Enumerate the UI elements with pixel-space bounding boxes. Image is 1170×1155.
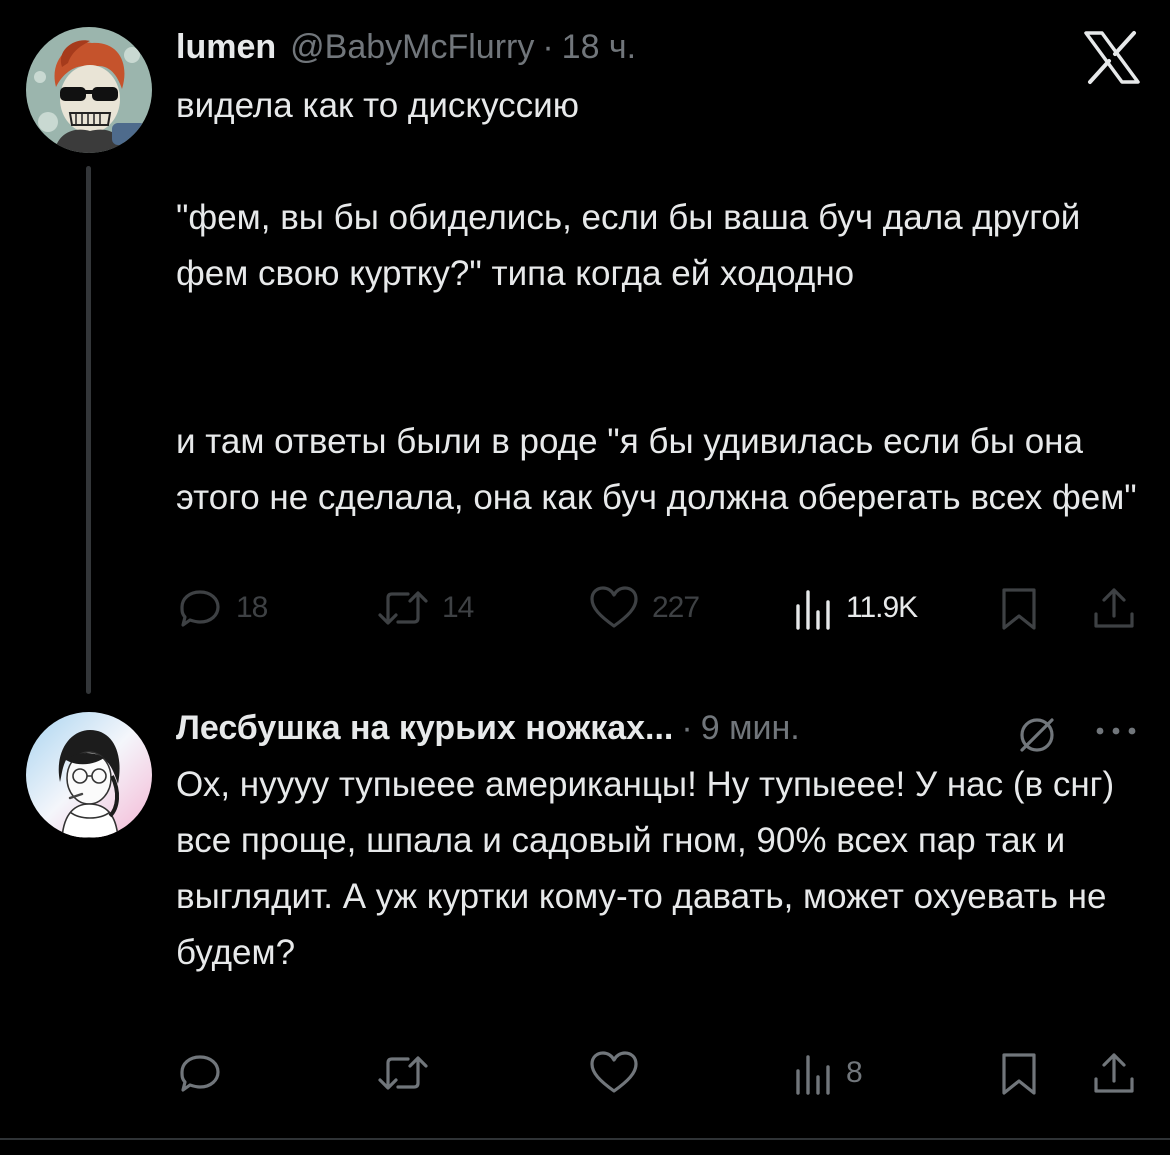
share-icon — [1094, 1053, 1134, 1093]
tweet-reply[interactable]: Лесбушка на курьих ножках... · 9 мин. Ох… — [0, 690, 1170, 1138]
share-icon — [1094, 588, 1134, 628]
avatar-image — [26, 27, 152, 153]
views-button[interactable]: 8 — [790, 1043, 863, 1103]
timestamp[interactable]: 9 мин. — [701, 709, 800, 748]
action-bar: 8 — [176, 1043, 1141, 1103]
like-button[interactable]: 227 — [588, 578, 700, 638]
repost-icon — [378, 591, 428, 625]
tweet-text: видела как то дискуссию "фем, вы бы обид… — [176, 86, 1137, 517]
bookmark-icon — [1002, 1053, 1036, 1095]
avatar-image — [26, 712, 152, 838]
views-count: 11.9K — [846, 591, 918, 624]
like-icon — [590, 1051, 638, 1093]
bookmark-button[interactable] — [998, 1043, 1040, 1103]
reply-button[interactable] — [176, 1043, 224, 1103]
user-handle[interactable]: @BabyMcFlurry — [290, 28, 534, 67]
tweet-header: Лесбушка на курьих ножках... · 9 мин. — [176, 703, 800, 753]
views-count: 8 — [846, 1056, 863, 1089]
repost-icon — [378, 1056, 428, 1090]
share-button[interactable] — [1090, 578, 1138, 638]
reply-icon — [180, 1055, 220, 1092]
reply-icon — [180, 590, 220, 627]
bookmark-icon — [1002, 588, 1036, 630]
share-button[interactable] — [1090, 1043, 1138, 1103]
more-icon[interactable] — [1093, 716, 1139, 746]
like-button[interactable] — [588, 1043, 640, 1103]
like-icon — [590, 586, 638, 628]
tweet-text: Ох, нуууу тупыеее американцы! Ну тупыеее… — [176, 765, 1124, 972]
views-button[interactable]: 11.9K — [790, 578, 918, 638]
action-bar: 18 14 227 11.9K — [176, 578, 1141, 638]
separator-dot: · — [542, 27, 554, 66]
reply-count: 18 — [236, 591, 268, 624]
x-logo-icon — [1084, 31, 1140, 84]
avatar[interactable] — [26, 27, 152, 153]
avatar[interactable] — [26, 712, 152, 838]
views-icon — [796, 1055, 830, 1095]
repost-count: 14 — [442, 591, 474, 624]
divider — [0, 1138, 1170, 1140]
reply-button[interactable]: 18 — [176, 578, 268, 638]
display-name[interactable]: Лесбушка на курьих ножках... — [176, 709, 673, 748]
repost-button[interactable] — [376, 1043, 430, 1103]
display-name[interactable]: lumen — [176, 28, 276, 67]
bookmark-button[interactable] — [998, 578, 1040, 638]
repost-button[interactable]: 14 — [376, 578, 474, 638]
timestamp[interactable]: 18 ч. — [562, 28, 636, 67]
tweet-header: lumen @BabyMcFlurry · 18 ч. — [176, 22, 636, 72]
separator-dot: · — [681, 708, 693, 747]
thread-line — [86, 166, 91, 694]
like-count: 227 — [652, 591, 700, 624]
globe-slash-icon[interactable] — [1014, 712, 1060, 758]
views-icon — [796, 590, 830, 630]
tweet-original[interactable]: lumen @BabyMcFlurry · 18 ч. видела как т… — [0, 0, 1170, 694]
